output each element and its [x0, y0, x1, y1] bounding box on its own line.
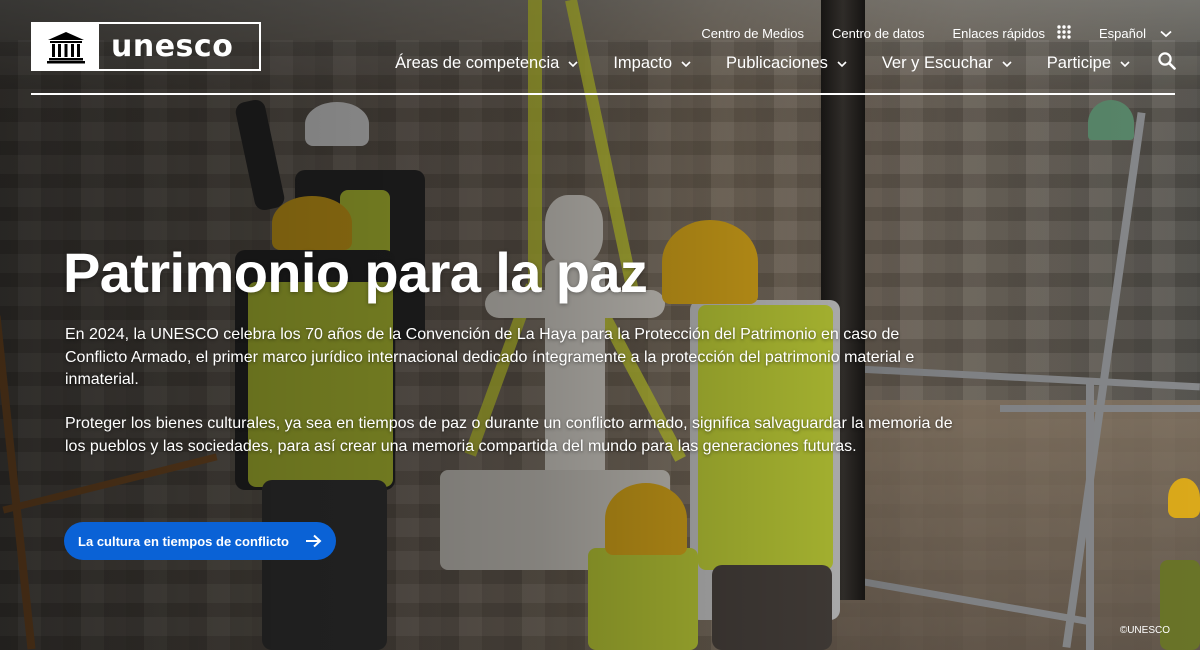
cta-label: La cultura en tiempos de conflicto: [78, 533, 289, 549]
nav-item-label: Publicaciones: [726, 53, 828, 72]
nav-item-areas[interactable]: Áreas de competencia: [395, 54, 578, 73]
photo-credit: ©UNESCO: [1119, 625, 1170, 636]
nav-item-label: Ver y Escuchar: [881, 53, 993, 72]
chevron-down-icon: [1160, 26, 1172, 41]
chevron-down-icon: [837, 54, 847, 73]
chevron-down-icon: [568, 54, 578, 73]
chevron-down-icon: [681, 54, 691, 73]
nav-item-label: Áreas de competencia: [395, 53, 560, 72]
nav-item-impact[interactable]: Impacto: [613, 54, 691, 73]
nav-item-watch-listen[interactable]: Ver y Escuchar: [882, 54, 1012, 73]
data-center-link[interactable]: Centro de datos: [832, 26, 925, 41]
language-label: Español: [1099, 25, 1146, 41]
hero-paragraph-1: En 2024, la UNESCO celebra los 70 años d…: [65, 326, 915, 388]
temple-logo-icon: [33, 24, 99, 69]
quick-links-label: Enlaces rápidos: [952, 25, 1046, 41]
chevron-down-icon: [1120, 54, 1130, 73]
culture-in-conflict-button[interactable]: La cultura en tiempos de conflicto: [64, 522, 336, 560]
chevron-down-icon: [1002, 54, 1012, 73]
header-divider: [31, 93, 1175, 95]
arrow-right-icon: [305, 534, 322, 548]
nav-item-participate[interactable]: Participe: [1047, 54, 1130, 73]
main-nav: Áreas de competencia Impacto Publicacion…: [360, 50, 1176, 76]
logo-wordmark: unesco: [111, 29, 234, 64]
hero-paragraph-2: Proteger los bienes culturales, ya sea e…: [65, 415, 953, 455]
language-selector[interactable]: Español: [1099, 26, 1172, 41]
quick-links-button[interactable]: Enlaces rápidos: [952, 24, 1072, 42]
nav-item-publications[interactable]: Publicaciones: [726, 54, 847, 73]
nav-item-label: Impacto: [613, 53, 673, 72]
grid-icon: [1057, 24, 1071, 42]
hero-title: Patrimonio para la paz: [63, 241, 648, 304]
media-center-link[interactable]: Centro de Medios: [701, 26, 804, 41]
utility-nav: Centro de Medios Centro de datos Enlaces…: [673, 22, 1172, 44]
search-icon[interactable]: [1158, 51, 1176, 75]
unesco-logo[interactable]: unesco: [31, 22, 261, 71]
nav-item-label: Participe: [1046, 53, 1111, 72]
